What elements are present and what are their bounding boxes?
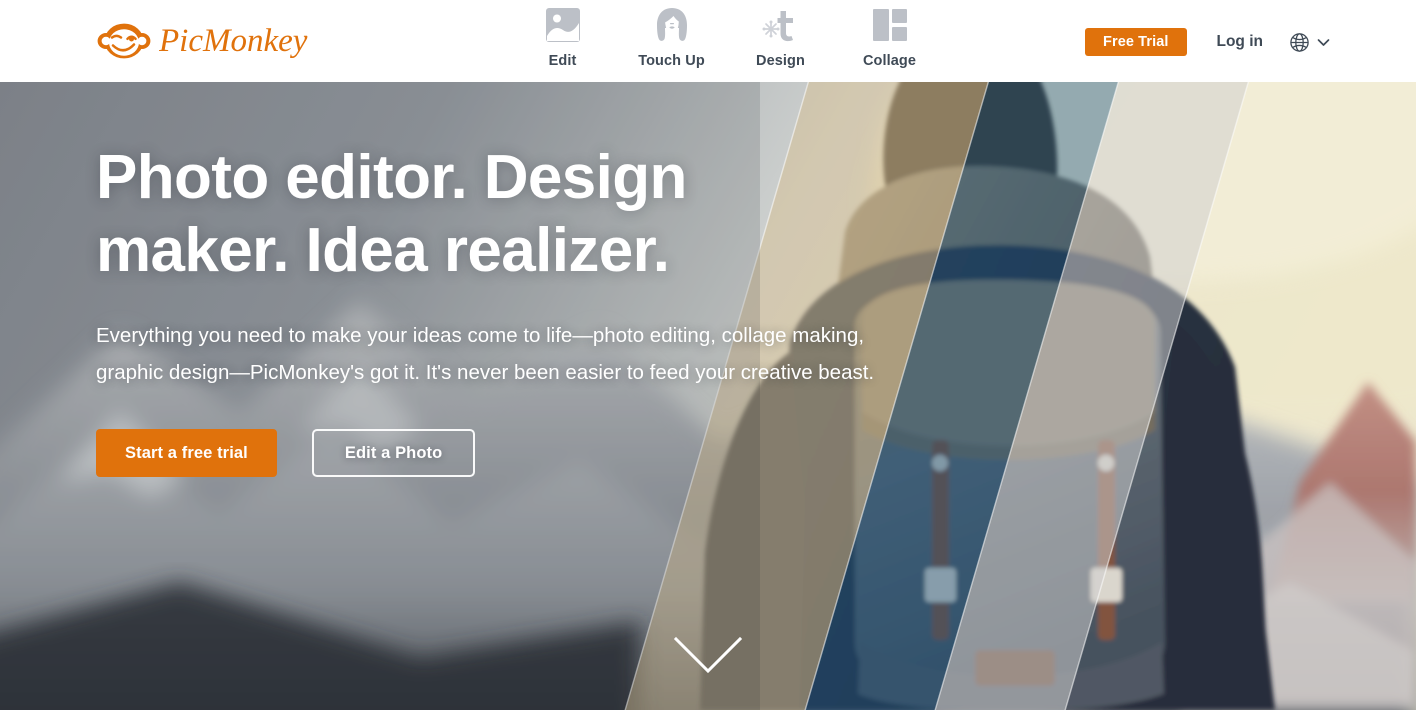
text-t-snowflake-icon: [760, 4, 802, 46]
picmonkey-homepage: PicMonkey Edit Touch Up Design Collage F…: [0, 0, 1416, 710]
monkey-face-icon: [97, 23, 151, 59]
chevron-down-icon: [673, 636, 743, 674]
language-selector[interactable]: [1289, 32, 1330, 53]
edit-a-photo-button[interactable]: Edit a Photo: [311, 429, 476, 478]
globe-icon: [1290, 32, 1309, 52]
nav-label-touch-up: Touch Up: [638, 53, 705, 69]
hero-section: Photo editor. Design maker. Idea realize…: [0, 82, 1416, 710]
nav-label-design: Design: [756, 53, 805, 69]
hero-headline-line1: Photo editor. Design: [96, 143, 687, 212]
nav-label-collage: Collage: [862, 53, 917, 69]
hero-content: Photo editor. Design maker. Idea realize…: [96, 142, 916, 478]
nav-label-edit: Edit: [548, 53, 577, 69]
free-trial-button[interactable]: Free Trial: [1085, 28, 1187, 56]
start-free-trial-button[interactable]: Start a free trial: [96, 429, 277, 478]
nav-item-collage[interactable]: Collage: [835, 4, 944, 69]
nav-item-edit[interactable]: Edit: [508, 4, 617, 69]
picmonkey-wordmark: PicMonkey: [159, 23, 308, 59]
login-link: Log in: [1216, 33, 1264, 50]
collage-grid-icon: [871, 4, 909, 46]
chevron-down-icon: [1317, 38, 1330, 46]
main-nav: Edit Touch Up Design Collage: [508, 4, 944, 69]
svg-text:PicMonkey: PicMonkey: [159, 23, 308, 59]
hero-subheading: Everything you need to make your ideas c…: [96, 324, 875, 384]
nav-item-touch-up[interactable]: Touch Up: [617, 4, 726, 69]
hero-cta-group: Start a free trial Edit a Photo: [96, 429, 916, 478]
face-portrait-icon: [652, 4, 692, 46]
picmonkey-logo[interactable]: PicMonkey: [96, 18, 349, 64]
nav-item-design[interactable]: Design: [726, 4, 835, 69]
hero-headline-line2: maker. Idea realizer.: [96, 215, 670, 285]
photo-image-icon: [544, 4, 582, 46]
scroll-down-button[interactable]: [672, 635, 744, 682]
header-actions: Free Trial Log in: [1085, 22, 1416, 62]
site-header: PicMonkey Edit Touch Up Design Collage F…: [0, 0, 1416, 82]
hero-headline: Photo editor. Design maker. Idea realize…: [96, 142, 916, 287]
